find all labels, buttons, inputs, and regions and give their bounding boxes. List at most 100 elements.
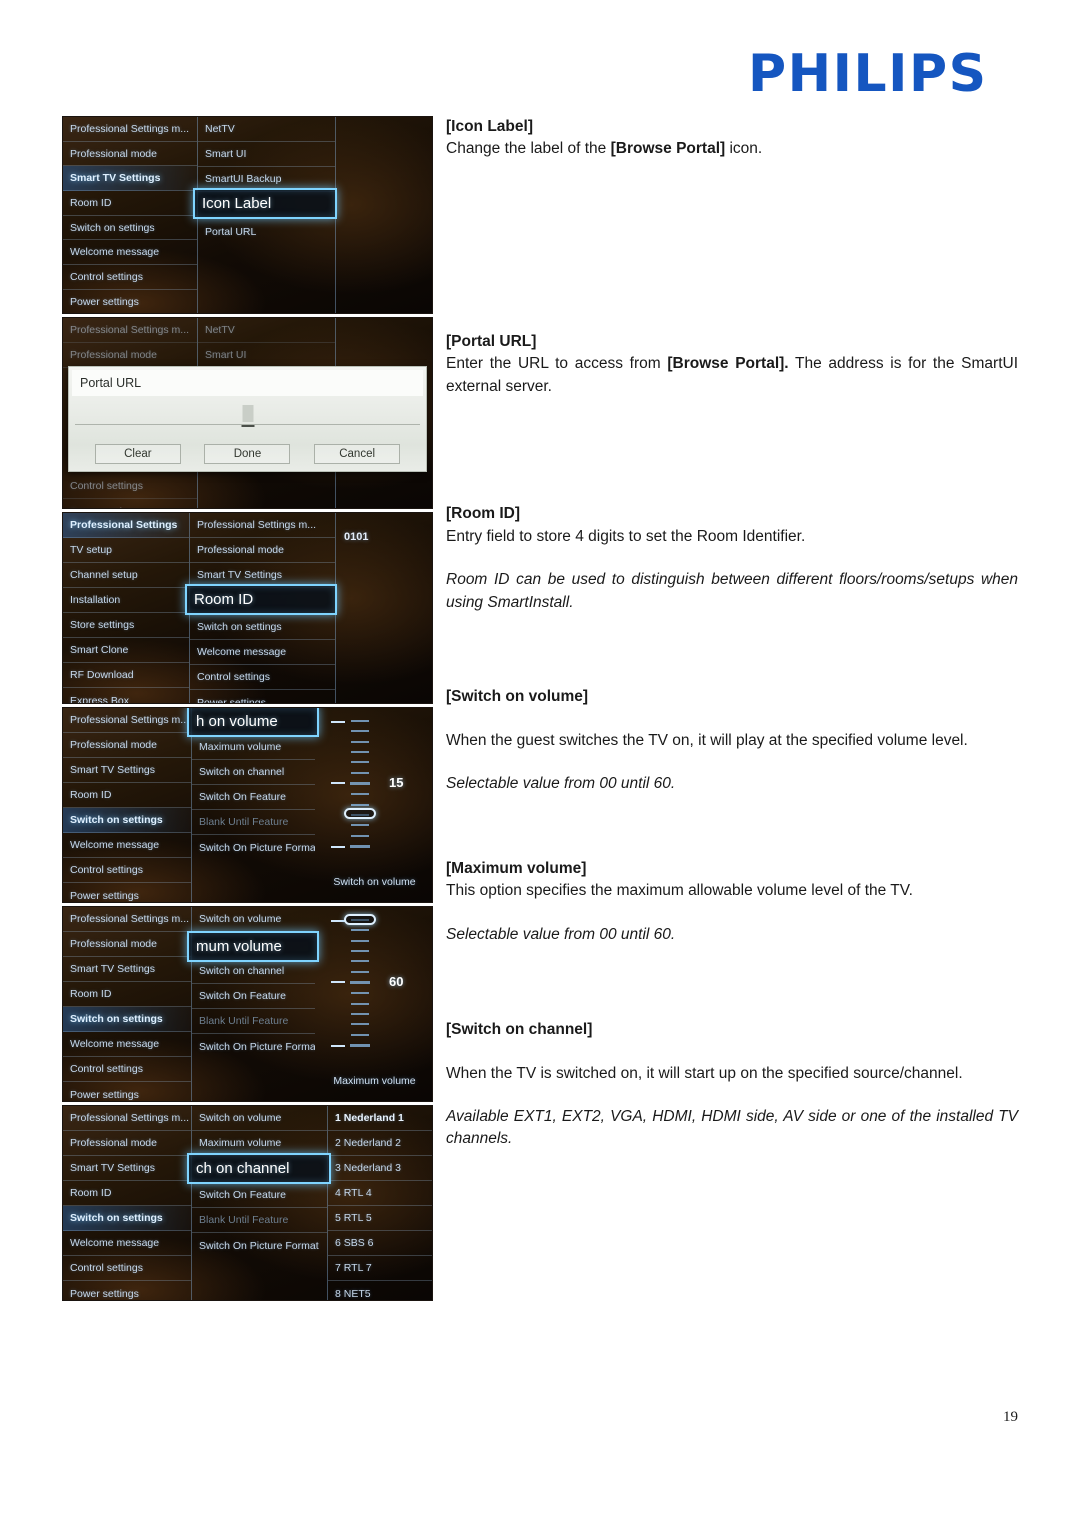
menu-item[interactable]: Smart TV Settings: [63, 758, 191, 783]
menu-item[interactable]: Installation: [63, 588, 189, 613]
menu-item[interactable]: Welcome message: [63, 1231, 191, 1256]
menu-item[interactable]: Room ID: [63, 1181, 191, 1206]
menu-item[interactable]: Power settings: [190, 690, 335, 704]
menu-item[interactable]: Smart TV Settings: [63, 957, 191, 982]
menu-item[interactable]: Maximum volume: [192, 1131, 327, 1156]
focused-menu-item-room-id[interactable]: Room ID: [187, 586, 335, 613]
menu-item[interactable]: Control settings: [63, 1057, 191, 1082]
focused-menu-item-switch-on-volume[interactable]: h on volume: [189, 708, 317, 735]
menu-item[interactable]: Professional Settings m...: [63, 907, 191, 932]
menu-item[interactable]: Room ID: [63, 982, 191, 1007]
menu-item[interactable]: Smart Clone: [63, 638, 189, 663]
menu-item-selected[interactable]: Switch on settings: [63, 808, 191, 833]
menu-item[interactable]: Switch On Feature: [192, 1183, 327, 1208]
menu-item[interactable]: Professional Settings m...: [63, 117, 197, 142]
menu-item-selected[interactable]: Smart TV Settings: [63, 166, 197, 192]
menu-item[interactable]: NetTV: [198, 117, 335, 142]
menu-item[interactable]: Switch On Picture Format: [192, 1034, 315, 1059]
menu-item[interactable]: Welcome message: [63, 240, 197, 266]
menu-item[interactable]: Maximum volume: [192, 735, 315, 760]
menu-item[interactable]: Professional mode: [63, 733, 191, 758]
menu-item[interactable]: Control settings: [190, 665, 335, 690]
menu-item[interactable]: Store settings: [63, 613, 189, 638]
menu-item[interactable]: Power settings: [63, 883, 191, 902]
menu-item[interactable]: Room ID: [63, 783, 191, 808]
menu-item[interactable]: Smart TV Settings: [190, 563, 335, 588]
menu-item[interactable]: Control settings: [63, 1256, 191, 1281]
menu-item[interactable]: Welcome message: [63, 1032, 191, 1057]
focused-menu-item-maximum-volume[interactable]: mum volume: [189, 933, 317, 960]
channel-list-item[interactable]: 3 Nederland 3: [328, 1156, 432, 1181]
menu-item[interactable]: SmartUI Backup: [198, 167, 335, 192]
menu-item[interactable]: Switch on volume: [192, 907, 315, 932]
menu-item[interactable]: Switch on settings: [63, 216, 197, 241]
menu-item[interactable]: Professional Settings m...: [63, 708, 191, 733]
menu-item[interactable]: Welcome message: [63, 833, 191, 858]
menu-item[interactable]: Switch on settings: [190, 615, 335, 640]
clear-button[interactable]: Clear: [94, 444, 181, 464]
menu-item[interactable]: Professional Settings m...: [63, 318, 197, 343]
menu-item[interactable]: Professional mode: [63, 932, 191, 957]
menu-item[interactable]: Professional mode: [63, 1131, 191, 1156]
channel-list-item[interactable]: 2 Nederland 2: [328, 1131, 432, 1156]
slider-range-mark-mid: [331, 981, 345, 983]
focused-menu-item-icon-label[interactable]: Icon Label: [195, 190, 335, 217]
cancel-button[interactable]: Cancel: [314, 444, 401, 464]
menu-item[interactable]: Power settings: [63, 1281, 191, 1300]
menu-item[interactable]: RF Download: [63, 663, 189, 688]
menu-item[interactable]: Professional mode: [63, 142, 197, 167]
menu-item[interactable]: TV setup: [63, 538, 189, 563]
channel-list-item[interactable]: 7 RTL 7: [328, 1256, 432, 1281]
slider-label: Switch on volume: [333, 876, 416, 888]
section-note: Selectable value from 00 until 60.: [446, 775, 676, 793]
menu-item[interactable]: Room ID: [63, 191, 197, 216]
menu-item[interactable]: Power settings: [63, 290, 197, 313]
channel-list-item[interactable]: 8 NET5: [328, 1281, 432, 1300]
menu-item[interactable]: Switch on channel: [192, 959, 315, 984]
channel-list-item[interactable]: 6 SBS 6: [328, 1231, 432, 1256]
section-heading: [Portal URL]: [446, 332, 537, 350]
menu-item[interactable]: Smart UI: [198, 142, 335, 167]
done-button[interactable]: Done: [204, 444, 291, 464]
menu-item[interactable]: Professional Settings m...: [190, 513, 335, 538]
volume-slider[interactable]: 60 Maximum volume: [315, 907, 432, 1101]
focused-menu-item-switch-on-channel[interactable]: ch on channel: [189, 1155, 329, 1182]
menu-item[interactable]: Professional Settings m...: [63, 1106, 191, 1131]
menu-item[interactable]: Professional mode: [190, 538, 335, 563]
menu-item-selected[interactable]: Switch on settings: [63, 1007, 191, 1032]
menu-item[interactable]: Control settings: [63, 265, 197, 290]
body-post: icon.: [725, 140, 763, 158]
section-body: Enter the URL to access from [Browse Por…: [446, 353, 1018, 398]
menu-item[interactable]: Switch On Picture Format: [192, 835, 315, 860]
menu-item[interactable]: Express Box: [63, 688, 189, 704]
menu-item[interactable]: Power settings: [63, 499, 197, 509]
slider-thumb[interactable]: [344, 808, 376, 819]
menu-item[interactable]: Portal URL: [198, 219, 335, 244]
menu-item[interactable]: Switch on channel: [192, 760, 315, 785]
menu-item[interactable]: Control settings: [63, 858, 191, 883]
menu-item-selected[interactable]: Switch on settings: [63, 1206, 191, 1231]
menu-item[interactable]: Smart TV Settings: [63, 1156, 191, 1181]
channel-list-item[interactable]: 1 Nederland 1: [328, 1106, 432, 1131]
menu-item[interactable]: Control settings: [63, 474, 197, 499]
menu-item[interactable]: Switch On Feature: [192, 785, 315, 810]
section-room-id: [Room ID] Entry field to store 4 digits …: [446, 503, 1018, 614]
menu-item[interactable]: Smart UI: [198, 343, 335, 368]
volume-slider[interactable]: 15 Switch on volume: [315, 708, 432, 902]
section-switch-on-channel: [Switch on channel] When the TV is switc…: [446, 1019, 1018, 1151]
menu-item[interactable]: Channel setup: [63, 563, 189, 588]
menu-item-selected[interactable]: Professional Settings: [63, 513, 189, 538]
menu-item[interactable]: Switch on volume: [192, 1106, 327, 1131]
menu-item[interactable]: Power settings: [63, 1082, 191, 1101]
menu-item-disabled: Blank Until Feature: [192, 810, 315, 835]
menu-item[interactable]: Professional mode: [63, 343, 197, 368]
channel-list-item[interactable]: 4 RTL 4: [328, 1181, 432, 1206]
menu-item[interactable]: Switch On Picture Format: [192, 1233, 327, 1258]
channel-list-item[interactable]: 5 RTL 5: [328, 1206, 432, 1231]
slider-thumb[interactable]: [344, 914, 376, 925]
menu-item[interactable]: NetTV: [198, 318, 335, 343]
section-heading: [Switch on volume]: [446, 688, 589, 706]
menu-item-disabled: Blank Until Feature: [192, 1208, 327, 1233]
menu-item[interactable]: Welcome message: [190, 640, 335, 665]
menu-item[interactable]: Switch On Feature: [192, 984, 315, 1009]
